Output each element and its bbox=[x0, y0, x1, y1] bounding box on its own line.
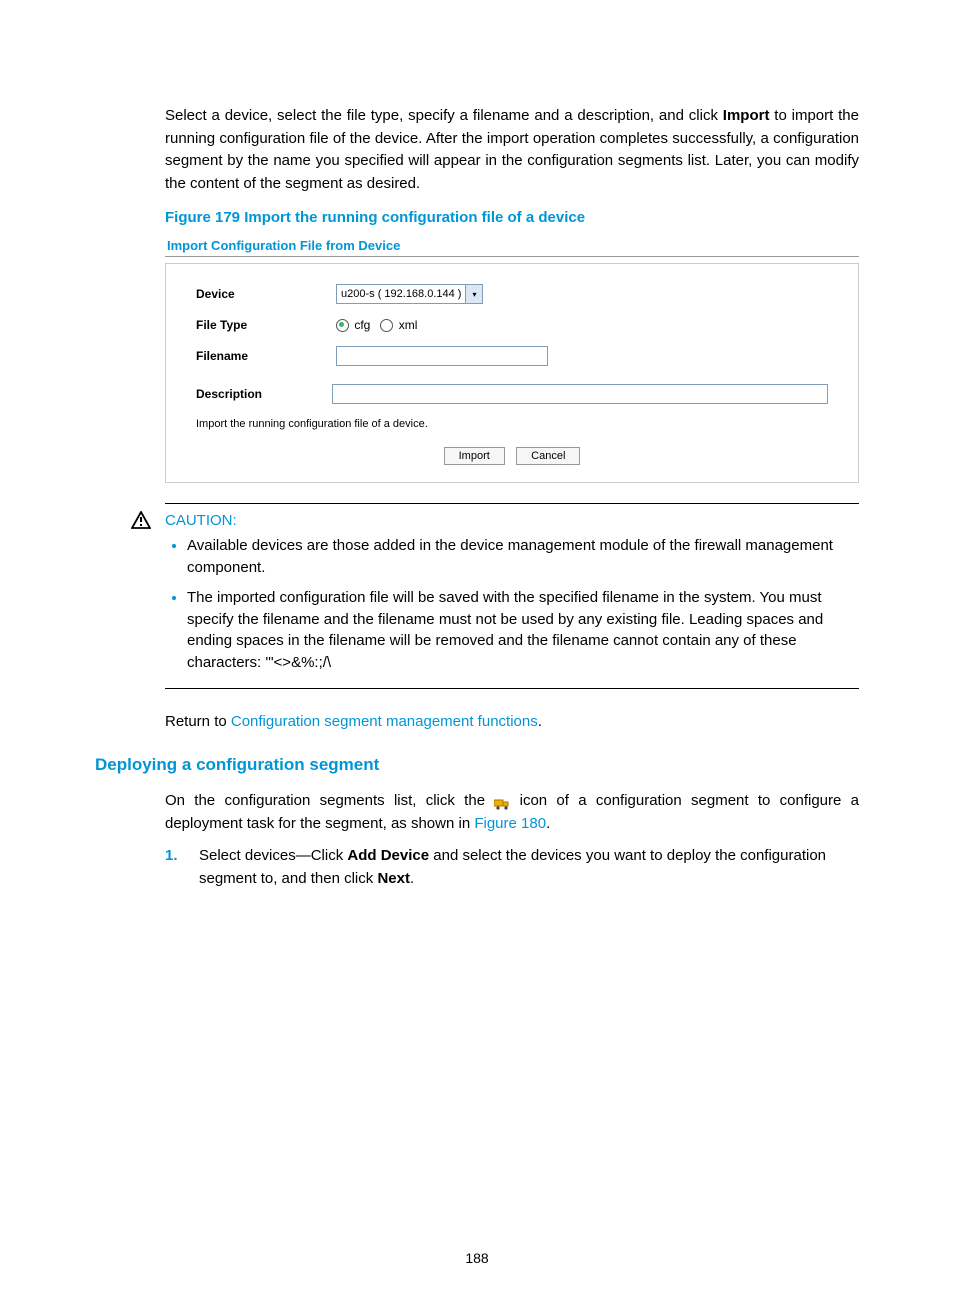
deploy-paragraph: On the configuration segments list, clic… bbox=[165, 790, 859, 835]
helper-text: Import the running configuration file of… bbox=[196, 418, 828, 430]
cancel-button[interactable]: Cancel bbox=[516, 447, 580, 465]
intro-paragraph: Select a device, select the file type, s… bbox=[165, 105, 859, 195]
label-file-type: File Type bbox=[196, 318, 336, 332]
description-input[interactable] bbox=[332, 384, 828, 404]
import-panel: Import Configuration File from Device De… bbox=[165, 232, 859, 483]
panel-title: Import Configuration File from Device bbox=[165, 232, 859, 257]
figure-caption: Figure 179 Import the running configurat… bbox=[165, 209, 859, 226]
caution-item: The imported configuration file will be … bbox=[187, 587, 859, 674]
link-config-segment-mgmt[interactable]: Configuration segment management functio… bbox=[231, 713, 538, 730]
device-select[interactable]: u200-s ( 192.168.0.144 ) ▾ bbox=[336, 284, 483, 304]
caution-title: CAUTION: bbox=[165, 512, 859, 529]
label-filename: Filename bbox=[196, 349, 336, 363]
step-1: 1. Select devices—Click Add Device and s… bbox=[165, 845, 859, 890]
radio-xml[interactable] bbox=[380, 319, 393, 332]
section-heading: Deploying a configuration segment bbox=[95, 755, 859, 775]
caution-block: CAUTION: Available devices are those add… bbox=[165, 503, 859, 689]
link-figure-180[interactable]: Figure 180 bbox=[474, 815, 546, 832]
filename-input[interactable] bbox=[336, 346, 548, 366]
import-button[interactable]: Import bbox=[444, 447, 505, 465]
caution-icon bbox=[131, 509, 151, 535]
page-number: 188 bbox=[95, 1250, 859, 1266]
return-line: Return to Configuration segment manageme… bbox=[165, 711, 859, 734]
label-device: Device bbox=[196, 287, 336, 301]
caution-item: Available devices are those added in the… bbox=[187, 535, 859, 579]
truck-icon bbox=[494, 795, 510, 807]
chevron-down-icon: ▾ bbox=[465, 285, 482, 303]
label-description: Description bbox=[196, 387, 332, 401]
radio-cfg[interactable] bbox=[336, 319, 349, 332]
